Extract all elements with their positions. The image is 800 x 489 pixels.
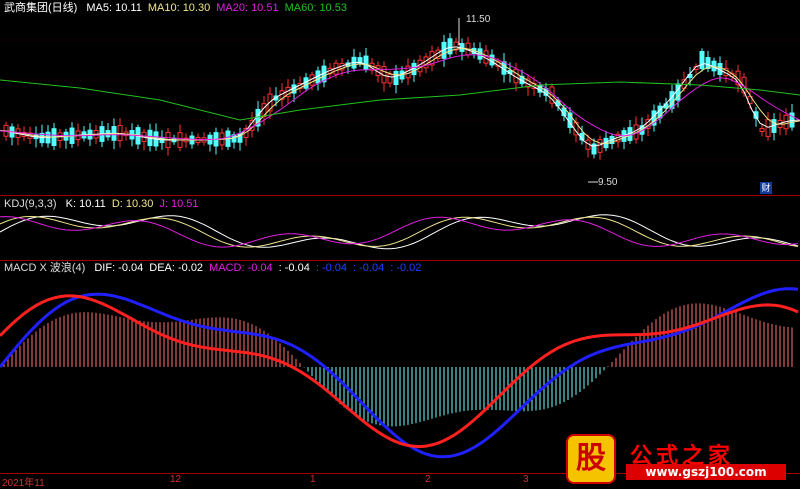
kdj-title: KDJ(9,3,3) [4,198,57,210]
kdj-d-line [0,215,799,248]
stock-chart-canvas[interactable] [0,0,800,487]
low-price-label: 9.50 [598,177,618,188]
high-price-label: 11.50 [466,14,491,25]
candle-body [669,91,675,109]
candle-body [705,57,711,69]
kdj-legend-item: J: 10.51 [159,198,199,210]
x-tick-label: 2 [425,474,431,485]
macd-legend-item: : -0.04 [278,262,310,274]
ma-legend-item: MA60: 10.53 [284,2,347,14]
candle-body [363,55,369,70]
kdj-j-line [0,216,799,248]
candle-body [759,127,765,133]
macd-legend-item: : -0.02 [390,262,422,274]
candle-body [597,139,603,153]
kdj-legend-item: D: 10.30 [111,198,154,210]
finance-icon[interactable]: 财 [760,182,772,194]
macd-legend-item: : -0.04 [353,262,385,274]
candle-body [489,54,495,66]
candle-body [699,51,705,69]
x-tick-label: 1 [310,474,316,485]
macd-legend-item: DIF: -0.04 [94,262,144,274]
panel-divider-macd [0,260,800,261]
candle-body [387,73,393,84]
watermark-url: www.gszj100.com [626,464,786,480]
ma-legend-item: MA5: 10.11 [86,2,142,14]
macd-title: MACD X 波浪(4) [4,262,86,274]
macd-legend: MACD X 波浪(4) DIF: -0.04 DEA: -0.02 MACD: -… [4,262,433,275]
stock-title: 武商集团(日线) [4,2,78,14]
x-tick-label: 3 [523,474,529,485]
macd-legend-item: MACD: -0.04 [209,262,273,274]
candle-body [765,119,771,137]
x-tick-label: 12 [170,474,182,485]
main-legend: 武商集团(日线) MA5: 10.11 MA10: 10.30 MA20: 10.5… [4,2,359,15]
kdj-legend: KDJ(9,3,3) K: 10.11 D: 10.30 J: 10.51 [4,198,211,211]
watermark-logo: 股 公式之家 www.gszj100.com [560,434,800,484]
watermark-badge: 股 [566,434,616,484]
kdj-legend-item: K: 10.11 [65,198,106,210]
ma-legend-item: MA10: 10.30 [147,2,211,14]
ma-legend-item: MA20: 10.51 [216,2,279,14]
macd-legend-item: DEA: -0.02 [149,262,204,274]
candle-body [393,70,399,86]
macd-legend-item: : -0.04 [315,262,348,274]
panel-divider-kdj [0,195,800,196]
